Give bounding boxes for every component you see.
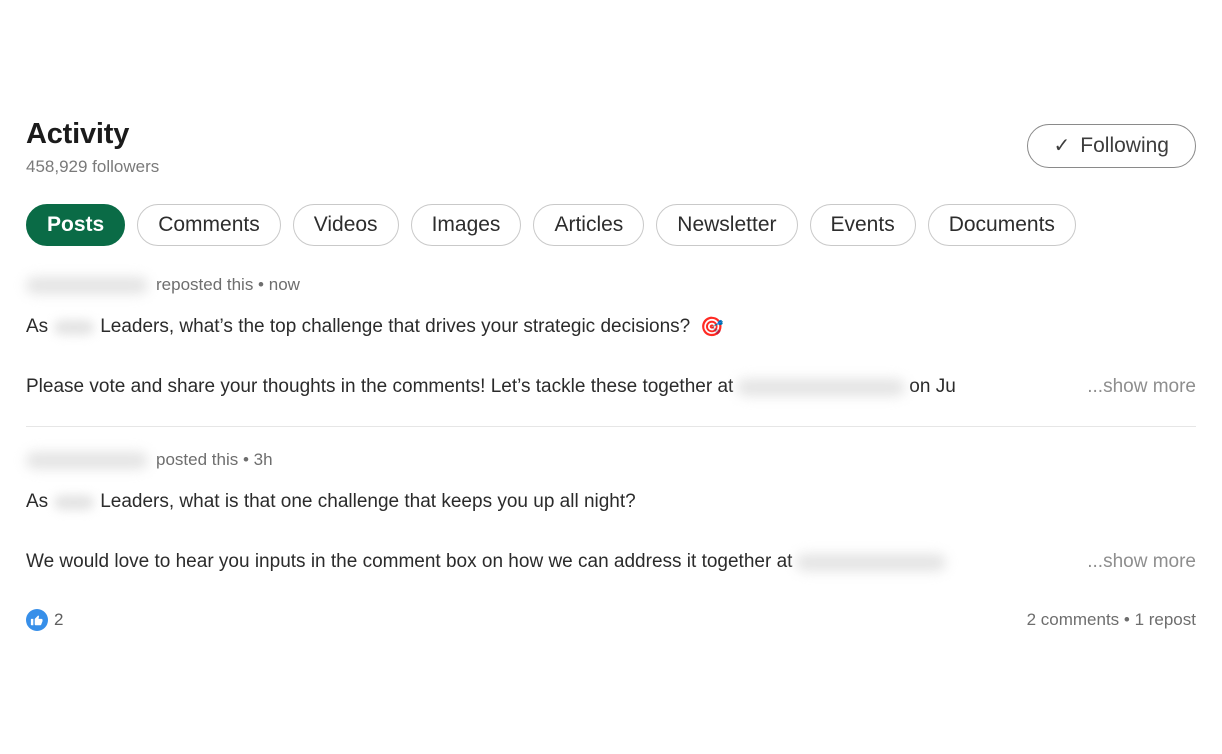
title-block: Activity 458,929 followers	[26, 118, 159, 178]
post-divider	[26, 426, 1196, 427]
post-text-before: As	[26, 491, 49, 512]
tab-images[interactable]: Images	[410, 204, 522, 246]
tab-videos[interactable]: Videos	[292, 204, 399, 246]
tab-events[interactable]: Events	[809, 204, 916, 246]
post-text-after: on Ju	[909, 376, 956, 397]
redacted-inline-word	[54, 319, 95, 335]
redacted-author-name	[26, 276, 148, 294]
follower-count: 458,929 followers	[26, 157, 160, 176]
page-title: Activity	[26, 118, 130, 150]
post-text-after: Leaders, what’s the top challenge that d…	[100, 316, 691, 337]
activity-filter-tabs: Posts Comments Videos Images Articles Ne…	[26, 204, 1196, 246]
post-text-before: As	[26, 316, 49, 337]
following-button[interactable]: ✓ Following	[1026, 124, 1196, 168]
post-body: As Leaders, what is that one challenge t…	[26, 489, 1196, 575]
page-header: Activity 458,929 followers ✓ Following	[26, 0, 1196, 178]
post-text-line: As Leaders, what’s the top challenge tha…	[26, 314, 1196, 340]
target-emoji-icon: 🎯	[700, 316, 724, 338]
following-button-label: Following	[1080, 134, 1169, 157]
post-text-before: We would love to hear you inputs in the …	[26, 551, 793, 572]
reaction-count: 2	[54, 610, 64, 629]
post-meta: reposted this • now	[26, 274, 1196, 296]
tab-posts[interactable]: Posts	[26, 204, 126, 246]
redacted-inline-word	[54, 494, 95, 510]
tab-comments[interactable]: Comments	[137, 204, 281, 246]
post-meta-text: reposted this • now	[156, 275, 300, 294]
post-social-counts: 2 2 comments • 1 repost	[26, 609, 1196, 631]
post-text-after: Leaders, what is that one challenge that…	[100, 491, 636, 512]
post-meta: posted this • 3h	[26, 449, 1196, 471]
feed-post[interactable]: posted this • 3h As Leaders, what is tha…	[26, 449, 1196, 631]
like-thumbs-up-icon	[26, 609, 48, 631]
tab-newsletter[interactable]: Newsletter	[656, 204, 798, 246]
post-body: As Leaders, what’s the top challenge tha…	[26, 314, 1196, 400]
post-text-line: We would love to hear you inputs in the …	[26, 549, 1196, 575]
engagement-summary[interactable]: 2 comments • 1 repost	[1027, 610, 1196, 630]
post-text-line: Please vote and share your thoughts in t…	[26, 374, 1196, 400]
reactions-group[interactable]: 2	[26, 609, 63, 631]
tab-documents[interactable]: Documents	[927, 204, 1076, 246]
activity-page: Activity 458,929 followers ✓ Following P…	[0, 0, 1222, 754]
tab-articles[interactable]: Articles	[533, 204, 645, 246]
post-text-before: Please vote and share your thoughts in t…	[26, 376, 734, 397]
post-meta-text: posted this • 3h	[156, 450, 273, 469]
feed-post[interactable]: reposted this • now As Leaders, what’s t…	[26, 274, 1196, 427]
redacted-inline-span	[737, 378, 906, 396]
show-more-link[interactable]: ...show more	[1087, 374, 1196, 400]
show-more-link[interactable]: ...show more	[1087, 549, 1196, 575]
post-text-line: As Leaders, what is that one challenge t…	[26, 489, 1196, 515]
activity-feed: reposted this • now As Leaders, what’s t…	[26, 274, 1196, 631]
check-icon: ✓	[1053, 135, 1071, 157]
redacted-inline-span	[796, 553, 947, 571]
redacted-author-name	[26, 451, 148, 469]
